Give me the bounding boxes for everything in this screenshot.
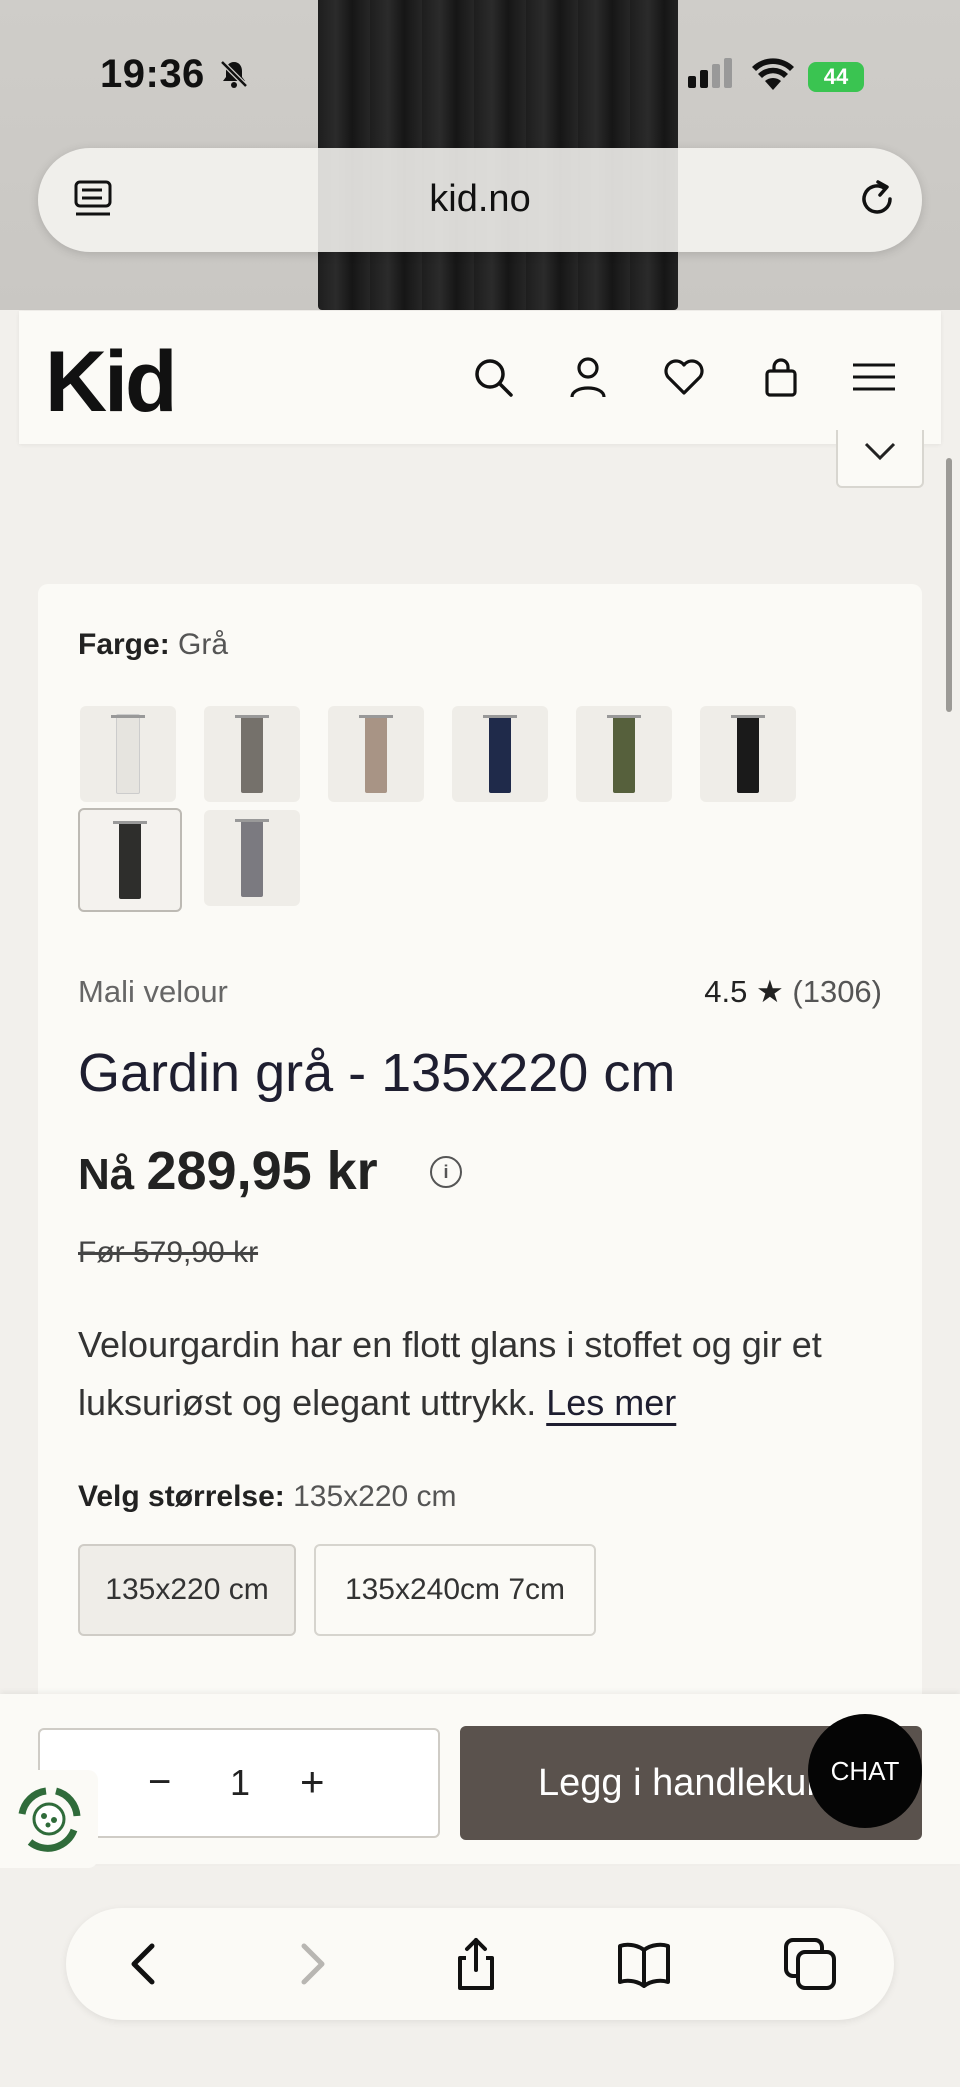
chevron-down-icon <box>864 442 896 461</box>
url-text[interactable]: kid.no <box>38 178 922 221</box>
sticky-purchase-bar: − 1 + Legg i handlekurv CHAT <box>0 1694 960 1864</box>
battery-indicator: 44 <box>808 62 864 92</box>
wishlist-heart-icon[interactable] <box>662 355 706 399</box>
product-rating[interactable]: 4.5 ★ (1306) <box>704 974 882 1010</box>
scrollbar[interactable] <box>946 458 952 712</box>
product-description: Velourgardin har en flott glans i stoffe… <box>78 1324 822 1423</box>
cart-bag-icon[interactable] <box>759 355 803 399</box>
forward-arrow-icon[interactable] <box>284 1936 340 1992</box>
status-time: 19:36 <box>100 52 205 96</box>
size-label: Velg størrelse: 135x220 cm <box>78 1480 457 1513</box>
color-swatch[interactable] <box>452 706 548 802</box>
read-more-link[interactable]: Les mer <box>546 1382 676 1423</box>
reload-icon[interactable] <box>854 176 900 222</box>
address-bar[interactable]: kid.no <box>38 148 922 252</box>
browser-toolbar <box>66 1908 894 2020</box>
color-value: Grå <box>178 628 229 661</box>
quantity-value[interactable]: 1 <box>230 1762 250 1804</box>
site-header: Kid <box>19 311 941 444</box>
menu-icon[interactable] <box>851 355 897 399</box>
bookmarks-book-icon[interactable] <box>616 1936 672 1992</box>
product-info-card: Farge: Grå Mali velour 4.5 ★ (1306) Gard… <box>38 584 922 1704</box>
color-swatch[interactable] <box>204 810 300 906</box>
quantity-stepper: − 1 + <box>38 1728 440 1838</box>
color-swatch[interactable] <box>576 706 672 802</box>
search-icon[interactable] <box>471 355 515 399</box>
wifi-icon <box>752 58 794 90</box>
back-arrow-icon[interactable] <box>116 1936 172 1992</box>
info-icon[interactable]: i <box>430 1156 462 1188</box>
current-price: Nå 289,95 kr <box>78 1141 378 1201</box>
recycle-globe-icon <box>18 1787 81 1852</box>
previous-price: Før 579,90 kr <box>78 1236 259 1269</box>
eco-badge[interactable] <box>0 1770 98 1868</box>
increase-quantity-button[interactable]: + <box>300 1758 325 1806</box>
decrease-quantity-button[interactable]: − <box>148 1760 171 1805</box>
size-option[interactable]: 135x240cm 7cm <box>314 1544 596 1636</box>
share-icon[interactable] <box>448 1936 504 1992</box>
color-swatch[interactable] <box>80 706 176 802</box>
price-value: 289,95 kr <box>146 1141 378 1201</box>
color-swatch[interactable] <box>700 706 796 802</box>
color-swatch[interactable] <box>204 706 300 802</box>
account-icon[interactable] <box>566 355 610 399</box>
product-title: Gardin grå - 135x220 cm <box>78 1043 676 1103</box>
silent-bell-icon <box>220 60 248 88</box>
tabs-icon[interactable] <box>782 1936 838 1992</box>
color-swatch-selected[interactable] <box>78 808 182 912</box>
product-brand[interactable]: Mali velour <box>78 974 228 1010</box>
chat-button[interactable]: CHAT <box>808 1714 922 1828</box>
review-count: (1306) <box>792 974 882 1009</box>
size-value: 135x220 cm <box>293 1480 457 1513</box>
collapse-toggle[interactable] <box>836 430 924 488</box>
kid-logo[interactable]: Kid <box>45 333 178 432</box>
color-label: Farge: Grå <box>78 628 229 661</box>
color-swatch[interactable] <box>328 706 424 802</box>
cell-signal-icon <box>688 58 736 88</box>
size-option-selected[interactable]: 135x220 cm <box>78 1544 296 1636</box>
